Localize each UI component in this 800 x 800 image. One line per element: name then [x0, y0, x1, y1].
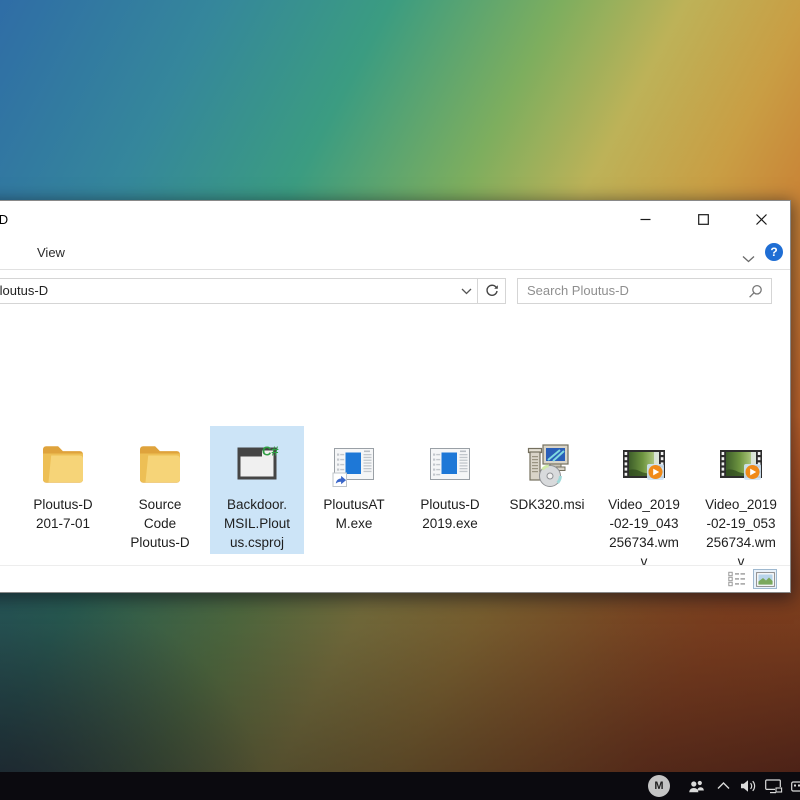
search-placeholder: Search Ploutus-D	[527, 279, 629, 303]
help-button[interactable]: ?	[765, 243, 783, 261]
file-item-backdoor-msil-ploutus-csproj[interactable]: C# Backdoor. MSIL.Plout us.csproj	[210, 426, 304, 554]
shortcut-arrow-overlay	[333, 473, 347, 487]
svg-text:C#: C#	[262, 444, 279, 459]
file-label: SDK320.msi	[500, 495, 594, 516]
file-item-ploutusatm-exe[interactable]: PloutusAT M.exe	[307, 426, 401, 535]
application-icon	[403, 426, 497, 492]
file-label: Ploutus-D 201-7-01	[16, 495, 110, 535]
csharp-project-icon: C#	[210, 426, 304, 492]
address-text: Ploutus-D	[0, 279, 48, 303]
file-item-video-053256734-wmv[interactable]: Video_2019 -02-19_053 256734.wm v	[694, 426, 788, 573]
desktop-wallpaper: Ploutus-D View ? Ploutus-D	[0, 0, 800, 800]
play-overlay	[744, 464, 761, 480]
file-label: Ploutus-D 2019.exe	[403, 495, 497, 535]
taskbar[interactable]: M	[0, 772, 800, 800]
volume-icon[interactable]	[740, 772, 758, 800]
caption-buttons	[616, 201, 790, 237]
details-view-icon	[728, 571, 746, 587]
user-avatar[interactable]: M	[648, 775, 670, 797]
search-icon[interactable]	[748, 284, 763, 304]
keyboard-icon[interactable]	[791, 772, 800, 800]
file-item-source-code-ploutus-d[interactable]: Source Code Ploutus-D	[113, 426, 207, 554]
tab-view[interactable]: View	[37, 245, 65, 260]
video-file-icon	[694, 426, 788, 492]
file-label: Video_2019 -02-19_053 256734.wm v	[694, 495, 788, 573]
maximize-button[interactable]	[674, 201, 732, 237]
explorer-window: Ploutus-D View ? Ploutus-D	[0, 200, 791, 593]
file-label: Backdoor. MSIL.Plout us.csproj	[210, 495, 304, 554]
file-item-video-043256734-wmv[interactable]: Video_2019 -02-19_043 256734.wm v	[597, 426, 691, 573]
thumbnail-view-icon	[756, 572, 775, 587]
show-hidden-icons-button[interactable]	[717, 772, 730, 800]
play-overlay	[647, 464, 664, 480]
file-label: Source Code Ploutus-D	[113, 495, 207, 554]
close-icon	[756, 214, 767, 225]
minimize-button[interactable]	[616, 201, 674, 237]
title-bar[interactable]: Ploutus-D	[0, 201, 790, 237]
application-shortcut-icon	[307, 426, 401, 492]
folder-icon	[16, 426, 110, 492]
ribbon-tab-bar: View ?	[0, 237, 790, 270]
file-item-sdk320-msi[interactable]: SDK320.msi	[500, 426, 594, 516]
file-label: PloutusAT M.exe	[307, 495, 401, 535]
thumbnail-view-button[interactable]	[754, 570, 776, 588]
address-bar[interactable]: Ploutus-D	[0, 278, 506, 304]
search-input[interactable]: Search Ploutus-D	[517, 278, 772, 304]
video-file-icon	[597, 426, 691, 492]
chevron-down-icon	[742, 255, 755, 263]
maximize-icon	[698, 214, 709, 225]
ribbon-collapse-button[interactable]	[742, 250, 755, 268]
installer-icon	[500, 426, 594, 492]
chevron-down-icon	[461, 288, 472, 295]
people-icon[interactable]	[688, 772, 706, 800]
refresh-icon	[485, 284, 499, 298]
close-button[interactable]	[732, 201, 790, 237]
details-view-button[interactable]	[726, 570, 748, 588]
file-label: Video_2019 -02-19_043 256734.wm v	[597, 495, 691, 573]
file-item-ploutus-d-2019-exe[interactable]: Ploutus-D 2019.exe	[403, 426, 497, 535]
refresh-button[interactable]	[477, 279, 505, 303]
navigation-toolbar: Ploutus-D Search Ploutus-D	[0, 270, 790, 312]
chevron-up-icon	[717, 782, 730, 790]
folder-icon	[113, 426, 207, 492]
address-dropdown-button[interactable]	[455, 279, 477, 303]
window-title: Ploutus-D	[0, 212, 8, 227]
status-bar	[0, 565, 790, 592]
network-icon[interactable]	[765, 772, 783, 800]
file-list-area: Ploutus-D 201-7-01 Source Code Ploutus-D	[0, 311, 790, 566]
minimize-icon	[640, 214, 651, 225]
file-item-ploutus-d-201-7-01[interactable]: Ploutus-D 201-7-01	[16, 426, 110, 535]
